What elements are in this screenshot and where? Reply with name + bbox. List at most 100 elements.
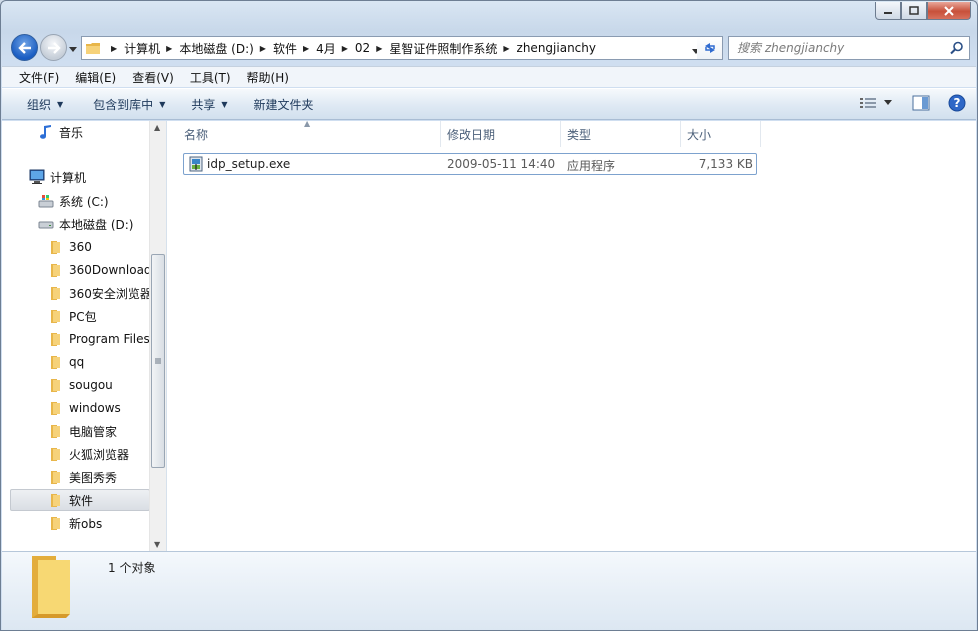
folder-icon — [32, 556, 70, 618]
folder-icon — [48, 423, 64, 439]
forward-button[interactable] — [40, 34, 67, 61]
menu-tools[interactable]: 工具(T) — [182, 69, 239, 86]
scroll-down-arrow[interactable]: ▼ — [154, 540, 160, 549]
computer-icon — [29, 169, 45, 185]
folder-icon — [48, 354, 64, 370]
new-folder-button[interactable]: 新建文件夹 — [245, 93, 323, 115]
search-box[interactable] — [728, 36, 970, 60]
scroll-up-arrow[interactable]: ▲ — [154, 123, 160, 132]
nav-item-folder[interactable]: 美图秀秀 — [48, 466, 117, 488]
nav-item-software-selected[interactable]: 软件 — [10, 489, 150, 511]
nav-item-folder[interactable]: PC包 — [48, 305, 97, 327]
maximize-icon — [909, 5, 919, 15]
item-count: 1 个对象 — [108, 561, 156, 575]
file-size: 7,133 KB — [698, 157, 753, 171]
command-bar: 组织 ▼ 包含到库中 ▼ 共享 ▼ 新建文件夹 ? — [2, 88, 976, 120]
menu-edit[interactable]: 编辑(E) — [67, 69, 124, 86]
menu-help[interactable]: 帮助(H) — [239, 69, 297, 86]
refresh-icon — [704, 43, 715, 53]
svg-text:?: ? — [954, 96, 961, 110]
folder-icon — [48, 492, 64, 508]
back-button[interactable] — [11, 34, 38, 61]
main-content: 音乐 计算机 系统 (C:) 本地磁盘 (D:) 360 360Download… — [2, 119, 976, 551]
include-in-library-button[interactable]: 包含到库中 ▼ — [84, 93, 174, 115]
folder-icon — [48, 377, 64, 393]
breadcrumb-02[interactable]: 02 ▶ — [355, 37, 389, 59]
grip-icon — [155, 358, 161, 364]
address-bar[interactable]: ▶ 计算机 ▶ 本地磁盘 (D:) ▶ 软件 ▶ 4月 ▶ 02 ▶ 星智证件照制作系统 ▶… — [81, 36, 707, 60]
column-header-type[interactable]: 类型 — [561, 121, 681, 147]
chevron-down-icon — [884, 100, 892, 105]
share-button[interactable]: 共享 ▼ — [182, 93, 236, 115]
nav-item-folder[interactable]: 360 — [48, 236, 92, 258]
recent-pages-dropdown[interactable] — [69, 42, 77, 56]
system-drive-icon — [38, 193, 54, 209]
folder-icon — [48, 469, 64, 485]
navigation-pane[interactable]: 音乐 计算机 系统 (C:) 本地磁盘 (D:) 360 360Download… — [2, 121, 167, 551]
breadcrumb-april[interactable]: 4月 ▶ — [316, 37, 355, 59]
change-view-button[interactable] — [860, 97, 892, 109]
file-type: 应用程序 — [567, 159, 616, 173]
file-name: idp_setup.exe — [207, 157, 291, 171]
close-button[interactable] — [927, 2, 971, 20]
help-icon[interactable]: ? — [948, 94, 966, 112]
folder-icon — [48, 262, 64, 278]
minimize-button[interactable] — [875, 2, 901, 20]
column-header-modified[interactable]: 修改日期 — [441, 121, 561, 147]
drive-icon — [38, 216, 54, 232]
folder-icon — [86, 43, 100, 54]
nav-item-folder[interactable]: qq — [48, 351, 84, 373]
menu-file[interactable]: 文件(F) — [11, 69, 67, 86]
column-header-name[interactable]: 名称 — [178, 121, 441, 147]
navigation-row: ▶ 计算机 ▶ 本地磁盘 (D:) ▶ 软件 ▶ 4月 ▶ 02 ▶ 星智证件照制作系统 ▶… — [9, 33, 971, 61]
minimize-icon — [884, 11, 892, 14]
refresh-button[interactable] — [697, 36, 723, 60]
nav-item-drive-d[interactable]: 本地磁盘 (D:) — [38, 213, 133, 235]
nav-item-folder[interactable]: 电脑管家 — [48, 420, 117, 442]
installer-icon — [188, 156, 204, 175]
breadcrumb-idphoto-system[interactable]: 星智证件照制作系统 ▶ — [389, 37, 516, 59]
folder-icon — [48, 515, 64, 531]
folder-icon — [48, 400, 64, 416]
file-list-pane[interactable]: ▲ 名称 修改日期 类型 大小 idp_setup.exe 2009-05-11… — [168, 119, 976, 551]
preview-pane-icon[interactable] — [912, 95, 930, 111]
maximize-button[interactable] — [901, 2, 927, 20]
details-pane: 1 个对象 — [2, 551, 976, 630]
breadcrumb-drive-d[interactable]: 本地磁盘 (D:) ▶ — [179, 37, 273, 59]
nav-scrollbar[interactable]: ▲ ▼ — [149, 121, 166, 551]
scroll-thumb[interactable] — [151, 254, 165, 468]
music-icon — [38, 124, 54, 140]
search-icon[interactable] — [950, 41, 964, 55]
nav-item-folder[interactable]: Program Files — [48, 328, 150, 350]
nav-item-folder[interactable]: 360Download — [48, 259, 152, 281]
nav-item-folder[interactable]: windows — [48, 397, 121, 419]
folder-icon — [48, 331, 64, 347]
breadcrumb-software[interactable]: 软件 ▶ — [273, 37, 316, 59]
explorer-window: ▶ 计算机 ▶ 本地磁盘 (D:) ▶ 软件 ▶ 4月 ▶ 02 ▶ 星智证件照制作系统 ▶… — [0, 0, 978, 631]
nav-item-folder[interactable]: 新obs — [48, 512, 102, 534]
view-details-icon — [860, 98, 876, 108]
nav-item-folder[interactable]: 火狐浏览器 — [48, 443, 129, 465]
nav-item-computer[interactable]: 计算机 — [29, 166, 86, 188]
close-icon — [944, 5, 954, 16]
breadcrumb-zhengjianchy[interactable]: zhengjianchy — [517, 37, 596, 59]
breadcrumb-computer[interactable]: 计算机 ▶ — [124, 37, 179, 59]
menu-bar: 文件(F) 编辑(E) 查看(V) 工具(T) 帮助(H) — [2, 66, 976, 87]
nav-item-folder[interactable]: sougou — [48, 374, 113, 396]
caption-buttons — [875, 2, 971, 20]
folder-icon — [48, 308, 64, 324]
nav-item-system-c[interactable]: 系统 (C:) — [38, 190, 109, 212]
column-header-size[interactable]: 大小 — [681, 121, 761, 147]
chevron-down-icon — [69, 47, 77, 52]
folder-icon — [48, 285, 64, 301]
menu-view[interactable]: 查看(V) — [124, 69, 182, 86]
search-input[interactable] — [737, 41, 947, 55]
nav-item-folder[interactable]: 360安全浏览器 — [48, 282, 152, 304]
organize-button[interactable]: 组织 ▼ — [18, 93, 72, 115]
file-row-selected[interactable]: idp_setup.exe 2009-05-11 14:40 应用程序 7,13… — [183, 153, 757, 175]
nav-item-music[interactable]: 音乐 — [38, 121, 83, 143]
back-arrow-icon — [17, 41, 31, 54]
file-modified: 2009-05-11 14:40 — [447, 157, 556, 171]
folder-icon — [48, 446, 64, 462]
folder-icon — [48, 239, 64, 255]
